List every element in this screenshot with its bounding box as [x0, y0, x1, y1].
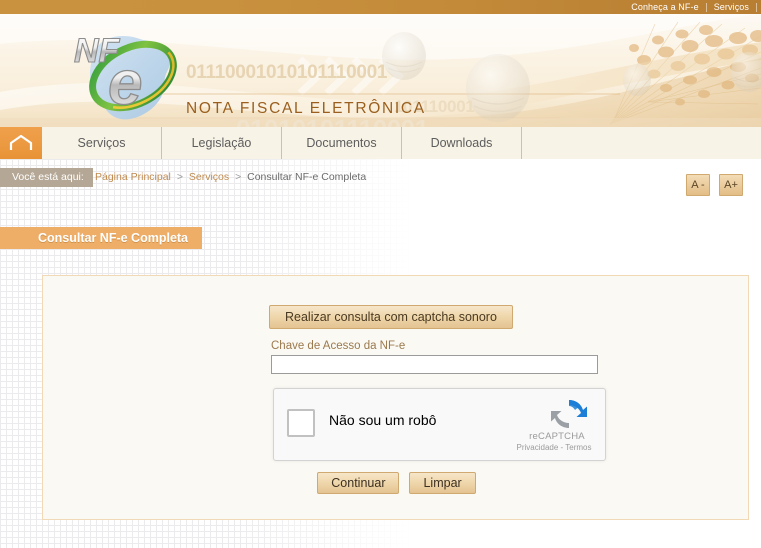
nfe-logo-icon: NF e — [73, 31, 177, 120]
continuar-button[interactable]: Continuar — [317, 472, 400, 494]
recaptcha-terms[interactable]: Privacidade - Termos — [509, 443, 599, 452]
content-panel: Realizar consulta com captcha sonoro Cha… — [42, 275, 749, 520]
limpar-button[interactable]: Limpar — [409, 472, 476, 494]
breadcrumb-item-servicos[interactable]: Serviços — [189, 171, 229, 183]
logo-e-text: e — [108, 49, 142, 118]
nav-home-button[interactable] — [0, 127, 42, 159]
nav-filler — [522, 127, 761, 159]
banner-title: NOTA FISCAL ELETRÔNICA — [186, 100, 426, 117]
site-banner: 01110001010101110001 01010101110001 1011… — [0, 14, 761, 127]
recaptcha-logo-icon — [551, 400, 587, 428]
chave-acesso-input[interactable] — [271, 355, 598, 374]
audio-captcha-button[interactable]: Realizar consulta com captcha sonoro — [269, 305, 513, 329]
breadcrumb-tag: Você está aqui: — [0, 168, 93, 187]
breadcrumb-separator-2: > — [235, 171, 242, 183]
recaptcha-brand: reCAPTCHA — [529, 431, 585, 442]
nav-item-downloads[interactable]: Downloads — [402, 127, 522, 159]
main-navigation: Serviços Legislação Documentos Downloads — [0, 127, 761, 159]
chave-acesso-label: Chave de Acesso da NF-e — [271, 340, 406, 352]
banner-binary-text-1: 01110001010101110001 — [186, 62, 388, 83]
top-utility-bar: Conheça a NF-e Serviços — [0, 0, 761, 14]
font-size-increase-button[interactable]: A+ — [719, 174, 743, 196]
page-title: Consultar NF-e Completa — [0, 227, 203, 249]
breadcrumb-path: Página Principal > Serviços > Consultar … — [95, 168, 366, 187]
page-root: Conheça a NF-e Serviços 0111000101010111… — [0, 0, 761, 548]
nav-item-servicos[interactable]: Serviços — [42, 127, 162, 159]
topbar-divider-end — [756, 2, 757, 12]
breadcrumb-separator-1: > — [176, 171, 183, 183]
topbar-link-conheca[interactable]: Conheça a NF-e — [624, 0, 705, 14]
font-size-controls: A - A+ — [686, 174, 743, 196]
nav-item-documentos[interactable]: Documentos — [282, 127, 402, 159]
breadcrumb-item-current: Consultar NF-e Completa — [247, 171, 367, 183]
recaptcha-widget: Não sou um robô reCAPTCHA Privacidade - … — [273, 388, 606, 461]
nfe-logo[interactable]: NF e — [58, 20, 194, 126]
recaptcha-checkbox[interactable] — [287, 409, 315, 437]
breadcrumb: Você está aqui: Página Principal > Servi… — [0, 159, 761, 207]
font-size-decrease-button[interactable]: A - — [686, 174, 710, 196]
home-icon — [9, 134, 33, 150]
form-actions: Continuar Limpar — [43, 472, 750, 494]
topbar-link-servicos[interactable]: Serviços — [707, 0, 756, 14]
recaptcha-label: Não sou um robô — [329, 412, 437, 428]
breadcrumb-item-pagina-principal[interactable]: Página Principal — [95, 171, 171, 183]
nav-item-legislacao[interactable]: Legislação — [162, 127, 282, 159]
